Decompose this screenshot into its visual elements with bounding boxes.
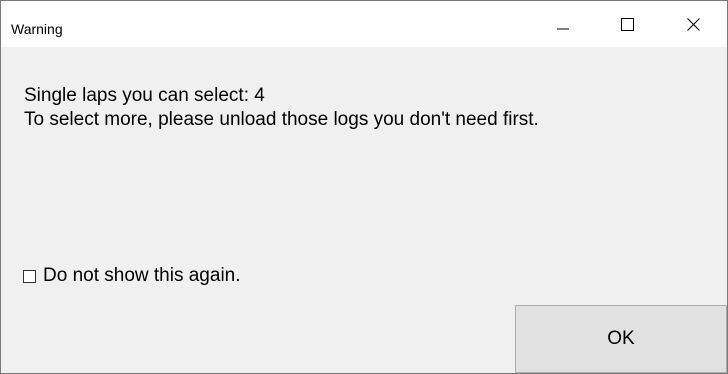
close-button[interactable]	[661, 1, 725, 47]
close-icon	[686, 17, 700, 31]
warning-dialog: Warning Single laps you can select: 4 To…	[0, 0, 728, 374]
checkbox-label[interactable]: Do not show this again.	[43, 265, 241, 287]
title-bar[interactable]: Warning	[1, 1, 727, 47]
minimize-button[interactable]	[531, 1, 595, 47]
ok-button[interactable]: OK	[515, 305, 727, 373]
maximize-button[interactable]	[595, 1, 659, 47]
dont-show-again-checkbox[interactable]: Do not show this again.	[23, 265, 241, 287]
message-line-2: To select more, please unload those logs…	[24, 109, 539, 130]
minimize-icon	[557, 28, 569, 30]
window-title: Warning	[11, 21, 63, 37]
message-line-1: Single laps you can select: 4	[24, 85, 265, 106]
checkbox-box[interactable]	[23, 269, 36, 283]
maximize-icon	[620, 17, 634, 31]
